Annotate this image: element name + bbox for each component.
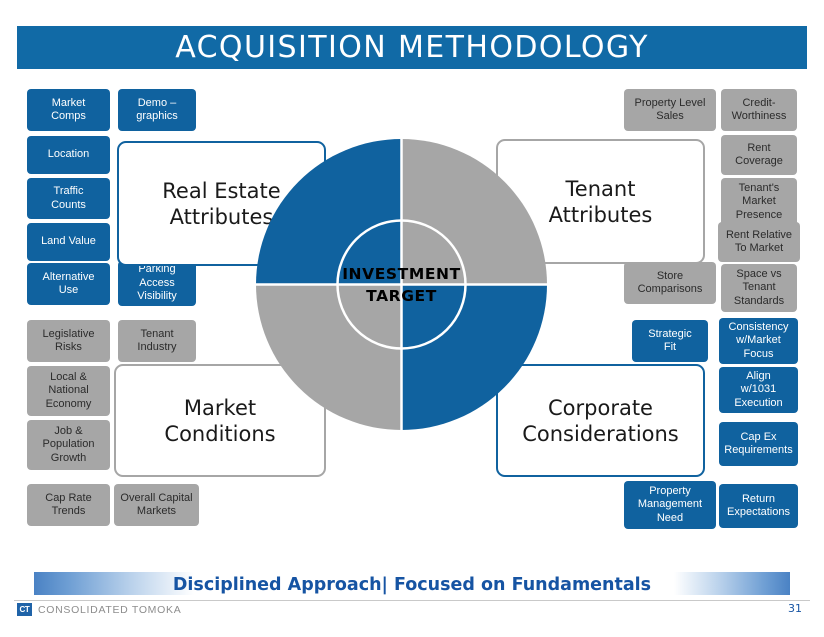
footer-gradient-left [34, 572, 194, 595]
brand-lockup: CT CONSOLIDATED TOMOKA [17, 603, 181, 616]
chip-tenants-market-presence[interactable]: Tenant's Market Presence [721, 178, 797, 226]
chip-parking-access-visibility[interactable]: Parking Access Visibility [118, 261, 196, 306]
chip-label: Overall Capital Markets [120, 491, 193, 518]
chip-label: Strategic Fit [648, 327, 692, 354]
chip-label: Property Level Sales [634, 96, 706, 123]
chip-tenant-industry[interactable]: Tenant Industry [118, 320, 196, 362]
chip-label: Align w/1031 Execution [734, 369, 783, 409]
chip-local-national-economy[interactable]: Local & National Economy [27, 366, 110, 416]
chip-label: Land Value [41, 235, 96, 248]
footer-gradient-right [674, 572, 790, 595]
chip-label: Alternative Use [42, 270, 95, 297]
chip-location[interactable]: Location [27, 136, 110, 174]
chip-overall-capital-markets[interactable]: Overall Capital Markets [114, 484, 199, 526]
chip-land-value[interactable]: Land Value [27, 223, 110, 261]
chip-market-comps[interactable]: Market Comps [27, 89, 110, 131]
chip-cap-ex-requirements[interactable]: Cap Ex Requirements [719, 422, 798, 466]
panel-label: Tenant Attributes [548, 176, 653, 227]
slide-title-bar: ACQUISITION METHODOLOGY [17, 26, 807, 69]
donut-quadrant-top-left[interactable] [256, 139, 402, 285]
chip-label: Space vs Tenant Standards [733, 267, 785, 307]
consolidated-tomoka-logo-icon: CT [17, 603, 32, 616]
chip-property-level-sales[interactable]: Property Level Sales [624, 89, 716, 131]
chip-label: Property Management Need [637, 484, 703, 524]
donut-quadrant-bottom-left[interactable] [256, 284, 402, 431]
chip-store-comparisons[interactable]: Store Comparisons [624, 262, 716, 304]
chip-rent-coverage[interactable]: Rent Coverage [721, 135, 797, 175]
chip-align-w-1031-execution[interactable]: Align w/1031 Execution [719, 367, 798, 413]
chip-label: Legislative Risks [42, 327, 95, 354]
footer-tagline: Disciplined Approach| Focused on Fundame… [172, 575, 652, 595]
footer-divider [14, 600, 810, 601]
chip-job-population-growth[interactable]: Job & Population Growth [27, 420, 110, 470]
donut-quadrant-top-right[interactable] [401, 139, 548, 285]
brand-mark-text: CT [19, 605, 30, 614]
chip-strategic-fit[interactable]: Strategic Fit [632, 320, 708, 362]
chip-label: Market Comps [51, 96, 86, 123]
chip-consistency-w-market-focus[interactable]: Consistency w/Market Focus [719, 318, 798, 364]
slide-canvas: ACQUISITION METHODOLOGY Market Comps Dem… [0, 0, 824, 637]
page-number: 31 [788, 602, 802, 615]
chip-traffic-counts[interactable]: Traffic Counts [27, 178, 110, 219]
investment-target-donut: INVESTMENT TARGET [253, 136, 550, 433]
page-title: ACQUISITION METHODOLOGY [175, 30, 649, 65]
chip-label: Rent Relative To Market [725, 228, 793, 255]
chip-label: Traffic Counts [51, 185, 86, 211]
chip-label: Demo – graphics [136, 96, 178, 123]
chip-label: Cap Ex Requirements [724, 430, 793, 457]
chip-demographics[interactable]: Demo – graphics [118, 89, 196, 131]
chip-label: Tenant Industry [137, 327, 177, 354]
chip-property-management-need[interactable]: Property Management Need [624, 481, 716, 529]
chip-label: Credit- Worthiness [731, 96, 787, 123]
chip-label: Cap Rate Trends [45, 491, 92, 518]
chip-label: Consistency w/Market Focus [728, 320, 789, 360]
brand-name: CONSOLIDATED TOMOKA [38, 603, 182, 616]
donut-svg [256, 139, 548, 431]
chip-label: Tenant's Market Presence [735, 181, 783, 221]
chip-label: Location [47, 148, 90, 161]
chip-legislative-risks[interactable]: Legislative Risks [27, 320, 110, 362]
chip-alternative-use[interactable]: Alternative Use [27, 263, 110, 305]
chip-label: Job & Population Growth [42, 424, 95, 464]
chip-rent-relative-to-market[interactable]: Rent Relative To Market [718, 222, 800, 262]
donut-quadrant-bottom-right[interactable] [401, 284, 548, 431]
chip-cap-rate-trends[interactable]: Cap Rate Trends [27, 484, 110, 526]
chip-space-vs-tenant-standards[interactable]: Space vs Tenant Standards [721, 264, 797, 312]
chip-label: Return Expectations [727, 492, 790, 519]
chip-label: Parking Access Visibility [137, 263, 177, 303]
chip-label: Local & National Economy [45, 370, 92, 410]
chip-return-expectations[interactable]: Return Expectations [719, 484, 798, 528]
chip-label: Store Comparisons [637, 269, 703, 296]
chip-label: Rent Coverage [735, 141, 783, 168]
chip-credit-worthiness[interactable]: Credit- Worthiness [721, 89, 797, 131]
